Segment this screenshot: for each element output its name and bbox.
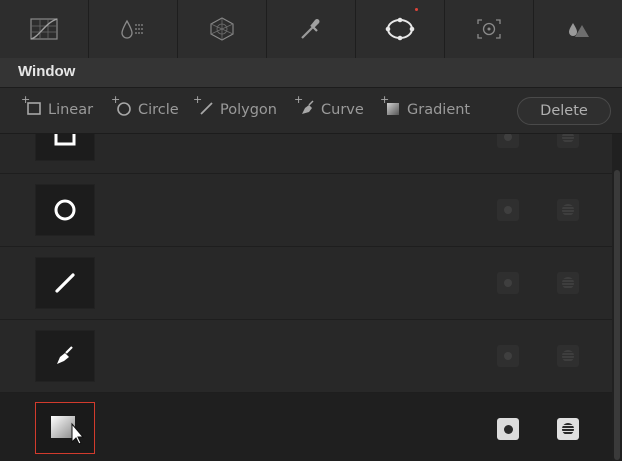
- curve-add-icon: +: [294, 94, 315, 120]
- window-invert-toggle[interactable]: [557, 272, 579, 294]
- shape-thumbnail[interactable]: [35, 402, 95, 454]
- curves-tool[interactable]: [0, 0, 89, 58]
- curve-shape-icon: [57, 346, 73, 364]
- shape-bar: + Linear + Circle + Polygon + Curve + Gr…: [0, 88, 622, 134]
- add-polygon-button[interactable]: + Polygon: [193, 94, 277, 120]
- shape-thumbnail[interactable]: [35, 330, 95, 382]
- window-tool[interactable]: [356, 0, 445, 58]
- linear-label: Linear: [48, 102, 94, 118]
- blur-tool[interactable]: [534, 0, 622, 58]
- window-invert-toggle[interactable]: [557, 134, 579, 148]
- window-list: [0, 134, 622, 461]
- window-header: Window: [0, 58, 622, 88]
- toggle-dot-icon: [504, 279, 512, 287]
- curve-label: Curve: [321, 102, 364, 118]
- qualifier-icon: [121, 19, 143, 39]
- list-scrollbar[interactable]: [612, 134, 622, 461]
- linear-add-icon: +: [21, 94, 42, 120]
- delete-button[interactable]: Delete: [517, 97, 611, 125]
- panel-title: Window: [18, 63, 76, 80]
- circle-label: Circle: [138, 102, 179, 118]
- circle-add-icon: +: [111, 94, 132, 120]
- scrollbar-thumb[interactable]: [614, 170, 620, 460]
- shape-thumbnail[interactable]: [35, 184, 95, 236]
- mouse-cursor-icon: [71, 422, 85, 445]
- window-row-gradient[interactable]: [0, 393, 612, 461]
- window-row-linear[interactable]: [0, 134, 612, 174]
- add-circle-button[interactable]: + Circle: [111, 94, 179, 120]
- active-indicator: [415, 8, 418, 11]
- window-row-curve[interactable]: [0, 320, 612, 393]
- window-enable-toggle[interactable]: [497, 272, 519, 294]
- window-enable-toggle[interactable]: [497, 134, 519, 148]
- invert-icon: [562, 134, 574, 143]
- window-invert-toggle[interactable]: [557, 199, 579, 221]
- tracker-tool[interactable]: [445, 0, 534, 58]
- shape-thumbnail[interactable]: [35, 134, 95, 161]
- invert-icon: [562, 350, 574, 362]
- add-linear-button[interactable]: + Linear: [21, 94, 94, 120]
- add-curve-button[interactable]: + Curve: [294, 94, 364, 120]
- window-row-circle[interactable]: [0, 174, 612, 247]
- window-enable-toggle[interactable]: [497, 345, 519, 367]
- add-gradient-button[interactable]: + Gradient: [380, 94, 471, 120]
- curves-icon: [30, 18, 58, 40]
- gradient-label: Gradient: [407, 102, 471, 118]
- window-icon: [385, 17, 415, 41]
- qualifier-tool[interactable]: [89, 0, 178, 58]
- toggle-dot-icon: [504, 206, 512, 214]
- polygon-label: Polygon: [220, 102, 277, 118]
- circle-shape-icon: [54, 199, 76, 221]
- toggle-dot-icon: [504, 352, 512, 360]
- polygon-shape-icon: [55, 273, 75, 293]
- invert-icon: [562, 423, 574, 435]
- toggle-dot-icon: [504, 134, 512, 141]
- toggle-dot-icon: [503, 424, 513, 434]
- gradient-shape-icon: [51, 416, 85, 445]
- window-enable-toggle[interactable]: [497, 199, 519, 221]
- eyedropper-icon: [301, 19, 320, 39]
- eyedropper-tool[interactable]: [267, 0, 356, 58]
- polygon-add-icon: +: [193, 94, 214, 120]
- color-warper-icon: [210, 17, 234, 41]
- color-warper-tool[interactable]: [178, 0, 267, 58]
- palette-toolbar: [0, 0, 622, 59]
- invert-icon: [562, 204, 574, 216]
- tracker-icon: [477, 19, 501, 39]
- window-row-polygon[interactable]: [0, 247, 612, 320]
- gradient-add-icon: +: [380, 94, 401, 120]
- linear-shape-icon: [54, 134, 76, 146]
- blur-icon: [569, 23, 589, 37]
- window-invert-toggle[interactable]: [557, 345, 579, 367]
- window-enable-toggle[interactable]: [497, 418, 519, 440]
- invert-icon: [562, 277, 574, 289]
- shape-thumbnail[interactable]: [35, 257, 95, 309]
- window-invert-toggle[interactable]: [557, 418, 579, 440]
